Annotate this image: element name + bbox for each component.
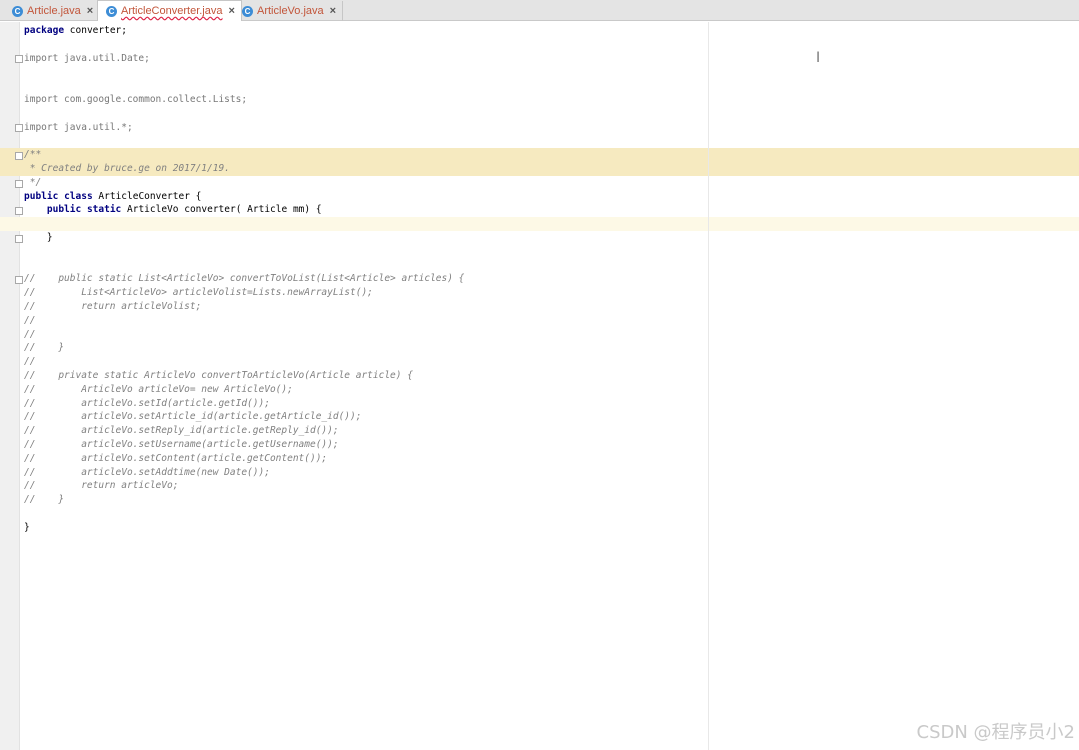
right-margin-guide <box>708 22 709 750</box>
class-c-icon: C <box>242 5 253 17</box>
fold-toggle-icon[interactable] <box>15 152 23 160</box>
code-line[interactable]: import java.util.*; <box>24 121 464 135</box>
fold-toggle-icon[interactable] <box>15 180 23 188</box>
code-line[interactable] <box>24 134 464 148</box>
code-line[interactable]: // } <box>24 341 464 355</box>
class-c-icon: C <box>12 5 23 17</box>
code-line[interactable]: // articleVo.setArticle_id(article.getAr… <box>24 410 464 424</box>
code-line[interactable]: } <box>24 521 464 535</box>
code-line[interactable]: // } <box>24 493 464 507</box>
code-line[interactable]: // public static List<ArticleVo> convert… <box>24 272 464 286</box>
code-line[interactable] <box>24 38 464 52</box>
code-line[interactable]: public static ArticleVo converter( Artic… <box>24 203 464 217</box>
fold-toggle-icon[interactable] <box>15 276 23 284</box>
tab-articlevo-java[interactable]: C ArticleVo.java × <box>234 1 344 21</box>
code-line[interactable]: // List<ArticleVo> articleVolist=Lists.n… <box>24 286 464 300</box>
code-line[interactable] <box>24 65 464 79</box>
code-line[interactable]: // articleVo.setContent(article.getConte… <box>24 452 464 466</box>
code-line[interactable]: /** <box>24 148 464 162</box>
code-line[interactable] <box>24 217 464 231</box>
code-line[interactable] <box>24 259 464 273</box>
code-line[interactable]: // <box>24 314 464 328</box>
watermark: CSDN @程序员小2 <box>916 722 1076 743</box>
fold-toggle-icon[interactable] <box>15 207 23 215</box>
code-line[interactable]: // <box>24 355 464 369</box>
code-line[interactable] <box>24 107 464 121</box>
fold-toggle-icon[interactable] <box>15 235 23 243</box>
code-line[interactable]: // <box>24 328 464 342</box>
tab-label: Article.java <box>27 5 81 17</box>
fold-toggle-icon[interactable] <box>15 55 23 63</box>
class-c-icon: C <box>106 5 117 17</box>
code-line[interactable]: // return articleVo; <box>24 479 464 493</box>
code-line[interactable]: // articleVo.setId(article.getId()); <box>24 397 464 411</box>
tab-label: ArticleVo.java <box>257 5 324 17</box>
code-line[interactable] <box>24 79 464 93</box>
code-line[interactable]: // return articleVolist; <box>24 300 464 314</box>
code-line[interactable]: // articleVo.setReply_id(article.getRepl… <box>24 424 464 438</box>
editor-tab-bar: C Article.java × C ArticleConverter.java… <box>0 0 1079 21</box>
close-icon[interactable]: × <box>87 5 93 17</box>
code-line[interactable]: // articleVo.setAddtime(new Date()); <box>24 466 464 480</box>
code-line[interactable]: // articleVo.setUsername(article.getUser… <box>24 438 464 452</box>
code-line[interactable] <box>24 245 464 259</box>
code-line[interactable]: // private static ArticleVo convertToArt… <box>24 369 464 383</box>
code-line[interactable]: } <box>24 231 464 245</box>
text-cursor-icon: I <box>816 50 821 66</box>
tab-article-java[interactable]: C Article.java × <box>4 1 101 21</box>
code-line[interactable]: import com.google.common.collect.Lists; <box>24 93 464 107</box>
code-line[interactable] <box>24 507 464 521</box>
code-line[interactable]: public class ArticleConverter { <box>24 190 464 204</box>
code-line[interactable]: import java.util.Date; <box>24 52 464 66</box>
code-line[interactable]: // ArticleVo articleVo= new ArticleVo(); <box>24 383 464 397</box>
code-line[interactable]: * Created by bruce.ge on 2017/1/19. <box>24 162 464 176</box>
code-line[interactable]: package converter; <box>24 24 464 38</box>
tab-label: ArticleConverter.java <box>121 5 223 17</box>
tab-articleconverter-java[interactable]: C ArticleConverter.java × <box>97 0 242 21</box>
code-editor[interactable]: package converter; import java.util.Date;… <box>24 24 464 534</box>
code-line[interactable]: */ <box>24 176 464 190</box>
close-icon[interactable]: × <box>330 5 336 17</box>
fold-toggle-icon[interactable] <box>15 124 23 132</box>
